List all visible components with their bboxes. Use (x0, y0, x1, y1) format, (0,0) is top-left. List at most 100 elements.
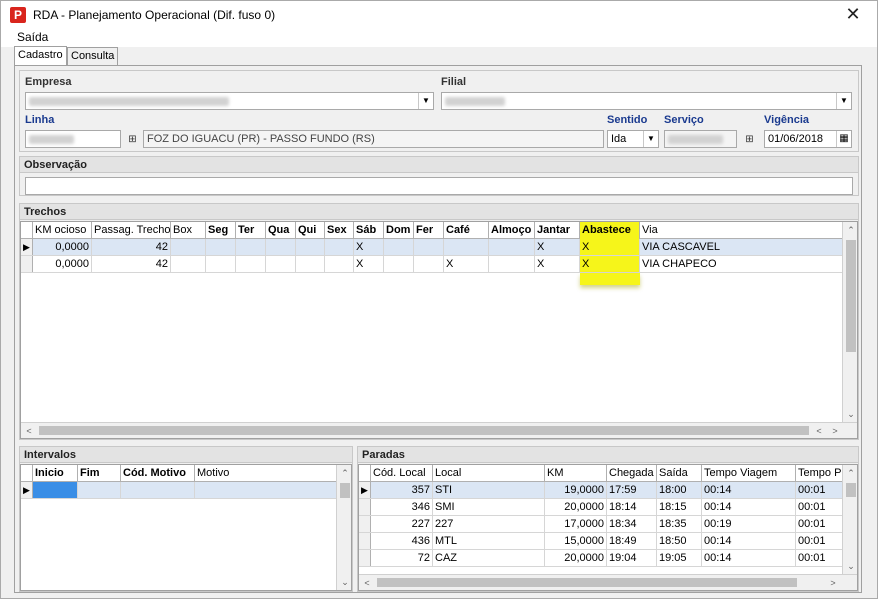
scroll-down-icon[interactable]: ⌄ (843, 406, 857, 422)
intervalos-vscrollbar[interactable]: ⌃ ⌄ (336, 465, 351, 590)
scroll-thumb[interactable] (39, 426, 809, 435)
cell-cod-local[interactable]: 72 (371, 550, 433, 566)
cell-abastece[interactable]: X (580, 256, 640, 272)
cell-km[interactable]: 20,0000 (545, 499, 607, 515)
cell-km[interactable]: 15,0000 (545, 533, 607, 549)
cell-fim[interactable] (78, 482, 121, 498)
chevron-down-icon[interactable]: ▼ (643, 131, 658, 147)
cell-saida[interactable]: 18:35 (657, 516, 702, 532)
cell-local[interactable]: STI (433, 482, 545, 498)
cell-saida[interactable]: 18:50 (657, 533, 702, 549)
col-local[interactable]: Local (433, 465, 545, 482)
cell-sab[interactable]: X (354, 239, 384, 255)
scroll-left-icon[interactable]: < (21, 423, 37, 438)
cell-jantar[interactable]: X (535, 239, 580, 255)
cell-qua[interactable] (266, 239, 296, 255)
empresa-select[interactable]: ▼ (25, 92, 434, 110)
cell-local[interactable]: 227 (433, 516, 545, 532)
cell-cod-motivo[interactable] (121, 482, 195, 498)
cell-tempo-viagem[interactable]: 00:14 (702, 499, 796, 515)
cell-passag-trecho[interactable]: 42 (92, 239, 171, 255)
cell-sab[interactable]: X (354, 256, 384, 272)
col-km-ocioso[interactable]: KM ocioso (33, 222, 92, 239)
scroll-thumb[interactable] (846, 240, 856, 352)
cell-cafe[interactable] (444, 239, 489, 255)
scroll-right-icon[interactable]: > (827, 423, 843, 438)
col-sex[interactable]: Sex (325, 222, 354, 239)
cell-chegada[interactable]: 18:14 (607, 499, 657, 515)
scroll-down-icon[interactable]: ⌄ (843, 558, 857, 574)
cell-tempo-viagem[interactable]: 00:14 (702, 550, 796, 566)
scroll-up-icon[interactable]: ⌃ (843, 465, 857, 481)
cell-tempo-p[interactable]: 00:01 (796, 550, 842, 566)
cell-tempo-p[interactable]: 00:01 (796, 499, 842, 515)
lookup-linha-icon[interactable]: ⊞ (124, 131, 141, 148)
cell-dom[interactable] (384, 239, 414, 255)
cell-local[interactable]: SMI (433, 499, 545, 515)
cell-km[interactable]: 19,0000 (545, 482, 607, 498)
cell-almoco[interactable] (489, 239, 535, 255)
cell-saida[interactable]: 18:15 (657, 499, 702, 515)
col-chegada[interactable]: Chegada (607, 465, 657, 482)
col-sab[interactable]: Sáb (354, 222, 384, 239)
cell-via[interactable]: VIA CHAPECO (640, 256, 842, 272)
cell-tempo-p[interactable]: 00:01 (796, 482, 842, 498)
cell-passag-trecho[interactable]: 42 (92, 256, 171, 272)
col-cod-motivo[interactable]: Cód. Motivo (121, 465, 195, 482)
paradas-vscrollbar[interactable]: ⌃ ⌄ (842, 465, 857, 574)
cell-sex[interactable] (325, 256, 354, 272)
cell-local[interactable]: MTL (433, 533, 545, 549)
col-cafe[interactable]: Café (444, 222, 489, 239)
cell-fer[interactable] (414, 256, 444, 272)
cell-km-ocioso[interactable]: 0,0000 (33, 239, 92, 255)
observacao-input[interactable] (25, 177, 853, 195)
table-row[interactable]: ▶ 0,0000 42 X X X VIA CASCAVEL (21, 239, 842, 256)
col-almoco[interactable]: Almoço (489, 222, 535, 239)
scroll-thumb[interactable] (846, 483, 856, 497)
cell-chegada[interactable]: 19:04 (607, 550, 657, 566)
col-dom[interactable]: Dom (384, 222, 414, 239)
cell-ter[interactable] (236, 239, 266, 255)
cell-fer[interactable] (414, 239, 444, 255)
col-qui[interactable]: Qui (296, 222, 325, 239)
lookup-servico-icon[interactable]: ⊞ (741, 131, 758, 148)
filial-select[interactable]: ▼ (441, 92, 852, 110)
col-jantar[interactable]: Jantar (535, 222, 580, 239)
scroll-thumb[interactable] (340, 483, 350, 498)
cell-qui[interactable] (296, 239, 325, 255)
scroll-thumb[interactable] (377, 578, 797, 587)
cell-saida[interactable]: 18:00 (657, 482, 702, 498)
cell-tempo-viagem[interactable]: 00:14 (702, 533, 796, 549)
table-row[interactable]: 0,0000 42 X X X X VIA CHAPECO (21, 256, 842, 273)
cell-tempo-viagem[interactable]: 00:19 (702, 516, 796, 532)
col-fim[interactable]: Fim (78, 465, 121, 482)
chevron-down-icon[interactable]: ▼ (418, 93, 433, 109)
scroll-up-icon[interactable]: ⌃ (843, 222, 857, 238)
cell-saida[interactable]: 19:05 (657, 550, 702, 566)
scroll-up-icon[interactable]: ⌃ (337, 465, 351, 481)
col-tempo-p[interactable]: Tempo P (796, 465, 842, 482)
table-row[interactable]: 436 MTL 15,0000 18:49 18:50 00:14 00:01 (359, 533, 842, 550)
cell-qua[interactable] (266, 256, 296, 272)
col-saida[interactable]: Saída (657, 465, 702, 482)
cell-cod-local[interactable]: 436 (371, 533, 433, 549)
cell-sex[interactable] (325, 239, 354, 255)
cell-cod-local[interactable]: 357 (371, 482, 433, 498)
cell-km[interactable]: 20,0000 (545, 550, 607, 566)
col-seg[interactable]: Seg (206, 222, 236, 239)
cell-cod-local[interactable]: 346 (371, 499, 433, 515)
paradas-hscrollbar[interactable]: < > (359, 574, 857, 590)
trechos-hscrollbar[interactable]: < < > (21, 422, 857, 438)
col-fer[interactable]: Fer (414, 222, 444, 239)
cell-local[interactable]: CAZ (433, 550, 545, 566)
cell-seg[interactable] (206, 256, 236, 272)
table-row[interactable]: 227 227 17,0000 18:34 18:35 00:19 00:01 (359, 516, 842, 533)
table-row[interactable]: ▶ (21, 482, 336, 499)
col-inicio[interactable]: Inicio (33, 465, 78, 482)
tab-consulta[interactable]: Consulta (67, 47, 119, 65)
cell-almoco[interactable] (489, 256, 535, 272)
col-passag-trecho[interactable]: Passag. Trecho (92, 222, 171, 239)
cell-seg[interactable] (206, 239, 236, 255)
tab-cadastro[interactable]: Cadastro (14, 46, 67, 66)
cell-motivo[interactable] (195, 482, 336, 498)
